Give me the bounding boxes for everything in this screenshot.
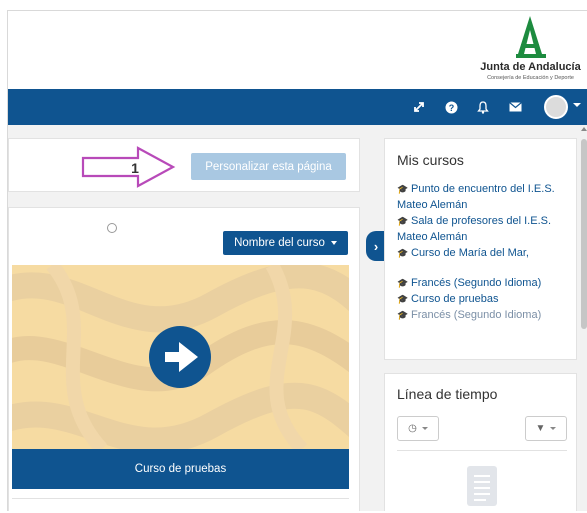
svg-text:?: ?	[448, 103, 454, 113]
junta-logo: Junta de Andalucía Consejería de Educaci…	[478, 14, 583, 88]
graduation-cap-icon: 🎓	[397, 184, 409, 194]
timeline-date-filter[interactable]: ◷	[397, 416, 439, 441]
chevron-down-icon	[550, 427, 557, 430]
empty-list-icon	[467, 466, 497, 506]
graduation-cap-icon: 🎓	[397, 294, 409, 304]
sort-label: Nombre del curso	[234, 237, 325, 249]
course-link[interactable]: 🎓 Curso de María del Mar,	[397, 245, 575, 261]
scrollbar-thumb[interactable]	[581, 139, 587, 329]
browser-viewport: Junta de Andalucía Consejería de Educaci…	[7, 10, 587, 511]
course-link[interactable]: 🎓 Francés (Segundo Idioma)	[397, 307, 575, 323]
bell-icon[interactable]	[474, 98, 492, 116]
top-navbar: ?	[8, 89, 587, 125]
course-link[interactable]: 🎓 Punto de encuentro del I.E.S. Mateo Ale…	[397, 181, 575, 213]
header-band: Junta de Andalucía Consejería de Educaci…	[8, 11, 587, 89]
block-my-courses: Mis cursos 🎓 Punto de encuentro del I.E.S…	[384, 138, 577, 360]
course-link[interactable]: 🎓 Sala de profesores del I.E.S. Mateo Ale…	[397, 213, 575, 245]
customize-page-button[interactable]: Personalizar esta página	[191, 153, 346, 180]
block-title: Línea de tiempo	[397, 386, 498, 402]
brand-subtitle: Consejería de Educación y Deporte	[487, 75, 574, 81]
annotation-number: 1	[131, 160, 139, 176]
block-title: Mis cursos	[397, 152, 464, 168]
chevron-down-icon	[421, 427, 428, 430]
course-card-footer	[12, 498, 349, 511]
block-drawer-toggle[interactable]: ›	[366, 231, 386, 261]
graduation-cap-icon: 🎓	[397, 216, 409, 226]
graduation-cap-icon: 🎓	[397, 248, 409, 258]
user-menu-caret-icon[interactable]	[573, 103, 581, 107]
annotation-arrow-icon: 1	[81, 146, 176, 188]
expand-icon[interactable]	[410, 98, 428, 116]
page-toolbar: Personalizar esta página	[8, 138, 360, 192]
user-avatar[interactable]	[544, 95, 568, 119]
chevron-down-icon	[330, 241, 337, 245]
junta-logo-mark	[516, 16, 546, 58]
help-icon[interactable]: ?	[442, 98, 460, 116]
block-timeline: Línea de tiempo ◷ ▼	[384, 373, 577, 511]
mail-icon[interactable]	[506, 98, 524, 116]
clock-icon: ◷	[408, 423, 417, 434]
course-list: 🎓 Punto de encuentro del I.E.S. Mateo Ale…	[397, 181, 575, 323]
course-link[interactable]: 🎓 Curso de pruebas	[397, 291, 575, 307]
graduation-cap-icon: 🎓	[397, 278, 409, 288]
page-scrollbar[interactable]	[580, 125, 587, 511]
scroll-up-icon[interactable]	[581, 127, 587, 131]
timeline-sort-filter[interactable]: ▼	[525, 416, 567, 441]
filter-icon: ▼	[535, 423, 546, 434]
course-overview: Nombre del curso Curso de pruebas	[8, 207, 360, 511]
sort-dropdown[interactable]: Nombre del curso	[223, 231, 348, 255]
course-link[interactable]: 🎓 Francés (Segundo Idioma)	[397, 275, 575, 291]
course-image[interactable]	[12, 265, 349, 449]
view-radio[interactable]	[107, 223, 117, 233]
course-pattern	[12, 265, 349, 449]
course-title-bar[interactable]: Curso de pruebas	[12, 449, 349, 489]
chevron-right-icon: ›	[373, 238, 379, 254]
brand-name: Junta de Andalucía	[480, 61, 581, 73]
graduation-cap-icon: 🎓	[397, 310, 409, 320]
divider	[397, 450, 567, 451]
